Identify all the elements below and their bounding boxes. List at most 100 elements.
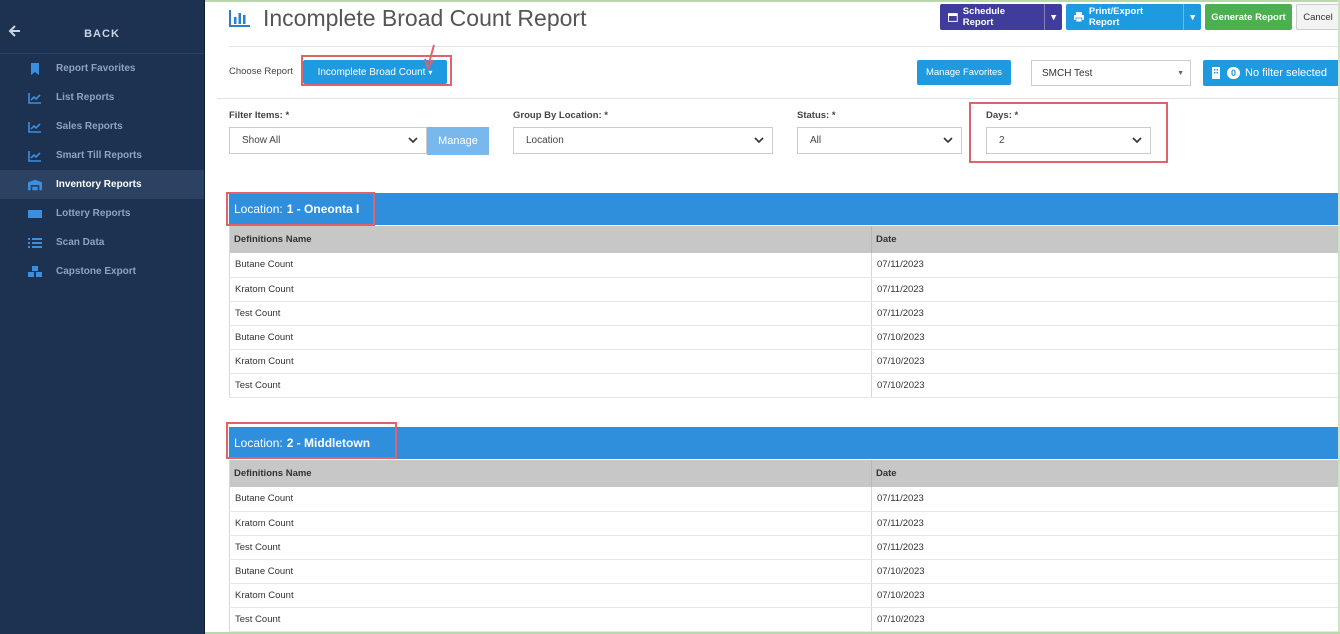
- printer-icon: [1074, 12, 1084, 22]
- line-chart-icon: [28, 121, 42, 133]
- sidebar-item-label: Scan Data: [56, 237, 105, 248]
- sidebar-item-report-favorites[interactable]: Report Favorites: [0, 54, 204, 83]
- sidebar-item-inventory-reports[interactable]: Inventory Reports: [0, 170, 204, 199]
- status-label: Status: *: [797, 110, 836, 121]
- filter-selection-button[interactable]: 0 No filter selected: [1203, 60, 1340, 86]
- definition-name-cell: Kratom Count: [229, 511, 872, 536]
- group-by-location-value: Location: [526, 135, 564, 146]
- highlight-box: [226, 422, 397, 459]
- manage-favorites-button[interactable]: Manage Favorites: [917, 60, 1011, 85]
- column-header[interactable]: Date: [871, 226, 1340, 253]
- toolbar: Schedule Report ▾ Print/Export Report ▾ …: [940, 4, 1340, 30]
- sidebar-item-sales-reports[interactable]: Sales Reports: [0, 112, 204, 141]
- sidebar-item-list-reports[interactable]: List Reports: [0, 83, 204, 112]
- definition-name-cell: Butane Count: [229, 325, 872, 350]
- filter-items-label: Filter Items: *: [229, 110, 290, 121]
- table-row: Butane Count 07/11/2023: [229, 253, 1340, 278]
- bar-chart-icon: [229, 10, 250, 27]
- window-frame-top: [205, 0, 1340, 2]
- print-export-button[interactable]: Print/Export Report ▾: [1066, 4, 1201, 30]
- sidebar-menu: Report Favorites List Reports Sales Repo…: [0, 54, 204, 286]
- divider: [217, 98, 1340, 99]
- cubes-icon: [28, 265, 42, 278]
- cancel-button[interactable]: Cancel: [1296, 4, 1340, 30]
- table-row: Butane Count 07/11/2023: [229, 487, 1340, 512]
- store-select[interactable]: SMCH Test ▼: [1031, 60, 1191, 86]
- sidebar-item-label: List Reports: [56, 92, 115, 103]
- chevron-down-icon: [754, 137, 764, 144]
- back-button[interactable]: BACK: [0, 0, 204, 54]
- table-row: Butane Count 07/10/2023: [229, 325, 1340, 350]
- print-dropdown-caret[interactable]: ▾: [1183, 4, 1201, 30]
- generate-report-button[interactable]: Generate Report: [1205, 4, 1292, 30]
- store-select-value: SMCH Test: [1042, 67, 1093, 79]
- main-content: Incomplete Broad Count Report Schedule R…: [217, 0, 1340, 634]
- column-header[interactable]: Definitions Name: [229, 226, 872, 253]
- table-row: Kratom Count 07/11/2023: [229, 277, 1340, 302]
- sidebar-item-label: Inventory Reports: [56, 179, 142, 190]
- chevron-down-icon: [408, 137, 418, 144]
- schedule-report-button[interactable]: Schedule Report ▾: [940, 4, 1062, 30]
- table-row: Kratom Count 07/11/2023: [229, 511, 1340, 536]
- definition-name-cell: Test Count: [229, 301, 872, 326]
- column-header[interactable]: Definitions Name: [229, 460, 872, 487]
- location-header: Location: 1 - Oneonta I: [229, 193, 1340, 225]
- date-cell: 07/10/2023: [871, 373, 1340, 398]
- sidebar-item-label: Report Favorites: [56, 63, 136, 74]
- status-select[interactable]: All: [797, 127, 962, 154]
- chevron-down-icon: [943, 137, 953, 144]
- schedule-report-label: Schedule Report: [962, 6, 1005, 28]
- date-cell: 07/11/2023: [871, 253, 1340, 278]
- sidebar: BACK Report Favorites List Reports Sales…: [0, 0, 205, 634]
- ticket-icon: [28, 208, 42, 220]
- sidebar-item-lottery-reports[interactable]: Lottery Reports: [0, 199, 204, 228]
- list-icon: [28, 237, 42, 249]
- bookmark-icon: [28, 62, 42, 75]
- choose-report-label: Choose Report: [229, 66, 293, 77]
- sidebar-item-scan-data[interactable]: Scan Data: [0, 228, 204, 257]
- date-cell: 07/11/2023: [871, 535, 1340, 560]
- line-chart-icon: [28, 92, 42, 104]
- sidebar-item-smart-till-reports[interactable]: Smart Till Reports: [0, 141, 204, 170]
- line-chart-icon: [28, 150, 42, 162]
- page-title: Incomplete Broad Count Report: [263, 4, 587, 31]
- definition-name-cell: Butane Count: [229, 559, 872, 584]
- definition-name-cell: Test Count: [229, 535, 872, 560]
- group-by-location-select[interactable]: Location: [513, 127, 773, 154]
- building-icon: [1212, 67, 1220, 79]
- location-table: Definitions Name Date Butane Count 07/11/…: [229, 226, 1340, 398]
- date-cell: 07/10/2023: [871, 583, 1340, 608]
- annotation-arrow-icon: [424, 44, 435, 70]
- sidebar-item-label: Sales Reports: [56, 121, 123, 132]
- column-header[interactable]: Date: [871, 460, 1340, 487]
- filter-items-value: Show All: [242, 135, 281, 146]
- sidebar-item-label: Lottery Reports: [56, 208, 131, 219]
- table-header-row: Definitions Name Date: [229, 226, 1340, 253]
- date-cell: 07/10/2023: [871, 349, 1340, 374]
- sidebar-item-label: Smart Till Reports: [56, 150, 142, 161]
- table-row: Kratom Count 07/10/2023: [229, 583, 1340, 608]
- table-row: Test Count 07/11/2023: [229, 301, 1340, 326]
- filter-items-select[interactable]: Show All: [229, 127, 427, 154]
- date-cell: 07/11/2023: [871, 277, 1340, 302]
- table-row: Test Count 07/10/2023: [229, 607, 1340, 632]
- definition-name-cell: Butane Count: [229, 253, 872, 278]
- definition-name-cell: Kratom Count: [229, 349, 872, 374]
- date-cell: 07/11/2023: [871, 301, 1340, 326]
- location-table: Definitions Name Date Butane Count 07/11/…: [229, 460, 1340, 632]
- sidebar-item-label: Capstone Export: [56, 266, 137, 277]
- print-export-label: Print/Export Report: [1088, 6, 1144, 28]
- status-value: All: [810, 135, 822, 146]
- calendar-icon: [948, 13, 958, 22]
- table-row: Butane Count 07/10/2023: [229, 559, 1340, 584]
- table-row: Kratom Count 07/10/2023: [229, 349, 1340, 374]
- manage-button[interactable]: Manage: [427, 127, 489, 155]
- divider: [229, 46, 1340, 47]
- caret-down-icon: ▼: [1177, 70, 1184, 77]
- schedule-dropdown-caret[interactable]: ▾: [1044, 4, 1062, 30]
- sidebar-item-capstone-export[interactable]: Capstone Export: [0, 257, 204, 286]
- group-by-location-label: Group By Location: *: [513, 110, 608, 121]
- title-row: Incomplete Broad Count Report: [229, 4, 586, 32]
- table-header-row: Definitions Name Date: [229, 460, 1340, 487]
- definition-name-cell: Kratom Count: [229, 277, 872, 302]
